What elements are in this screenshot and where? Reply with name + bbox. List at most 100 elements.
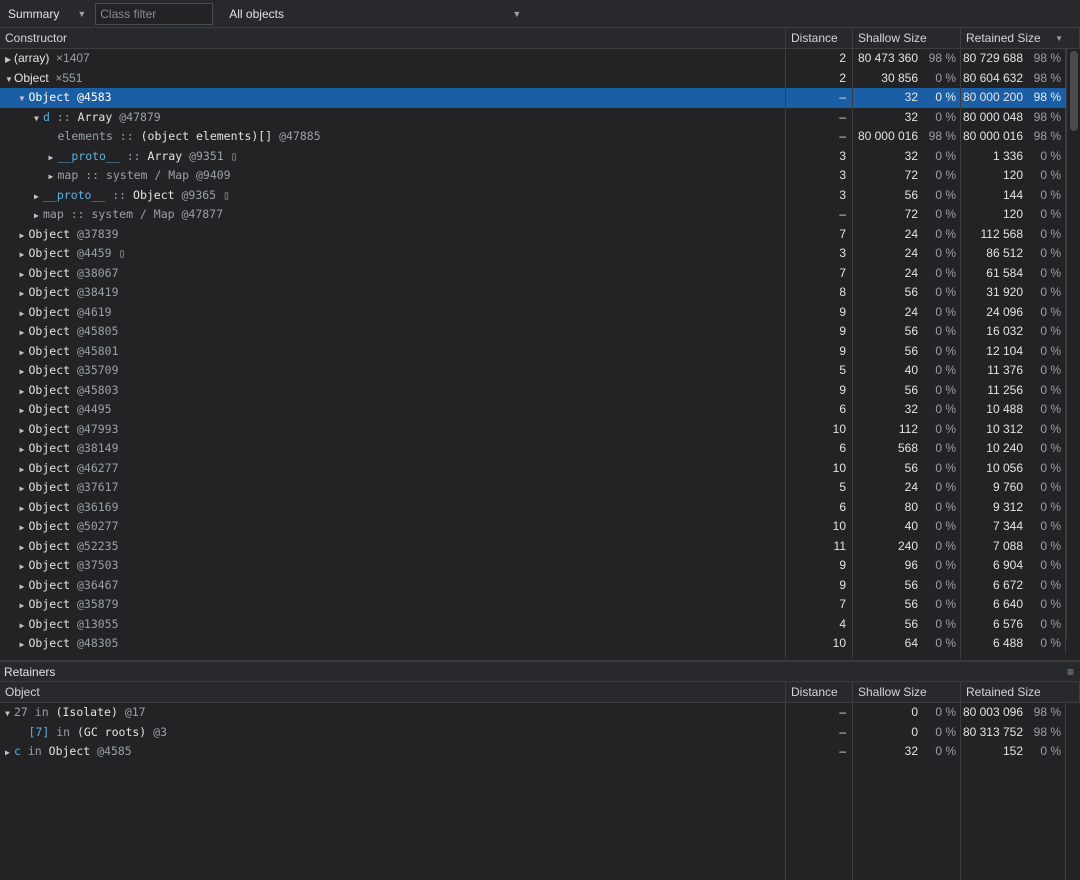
column-shallow-size[interactable]: Shallow Size — [853, 682, 961, 702]
table-row[interactable]: ▼ Object @4583–32 0 % 80 000 200 98 % — [0, 88, 1066, 108]
table-row[interactable]: ▶ Object @37617 5 24 0 % 9 760 0 % — [0, 478, 1066, 498]
table-row[interactable]: ▶ Object @48305 10 64 0 % 6 488 0 % — [0, 634, 1066, 654]
distance: 10 — [786, 634, 853, 654]
collapsed-triangle-icon[interactable]: ▶ — [20, 635, 29, 654]
table-row[interactable]: ▶ Object @45803 9 56 0 % 11 256 0 % — [0, 380, 1066, 401]
table-row[interactable]: ▶ __proto__ :: Object @9365 ▯ 3 56 0 % 144 0 % — [0, 185, 1066, 206]
table-row[interactable]: ▶ Object @52235 11 240 0 % 7 088 0 % — [0, 536, 1066, 557]
shallow-size-value: 32 — [904, 402, 918, 416]
retained-size: 12 104 0 % — [961, 341, 1066, 361]
collapsed-triangle-icon[interactable]: ▶ — [20, 362, 29, 381]
table-row[interactable]: ▼Object ×551 2 30 856 0 % 80 604 632 98 % — [0, 68, 1066, 89]
collapsed-triangle-icon[interactable]: ▶ — [20, 557, 29, 576]
table-row[interactable]: ▶ Object @35879 7 56 0 % 6 640 0 % — [0, 595, 1066, 615]
collapsed-triangle-icon[interactable]: ▶ — [20, 440, 29, 459]
table-row[interactable]: ▶ Object @37839 7 24 0 % 112 568 0 % — [0, 224, 1066, 245]
collapsed-triangle-icon[interactable]: ▶ — [20, 304, 29, 323]
table-row[interactable]: ▶ (array) ×1407 2 80 473 360 98 % 80 729 688 9… — [0, 49, 1066, 69]
table-row[interactable]: ▶ Object @4619 9 24 0 % 24 096 0 % — [0, 302, 1066, 323]
collapsed-triangle-icon[interactable]: ▶ — [20, 343, 29, 362]
table-row[interactable]: ▶ Object @47993 10 112 0 % 10 312 0 % — [0, 419, 1066, 440]
collapsed-triangle-icon[interactable]: ▶ — [49, 167, 58, 186]
object-id: @45801 — [76, 343, 119, 358]
table-row[interactable]: elements :: (object elements)[] @47885–8… — [0, 127, 1066, 147]
object-id: @47879 — [119, 109, 161, 124]
expanded-triangle-icon[interactable]: ▼ — [5, 70, 14, 89]
collapsed-triangle-icon[interactable]: ▶ — [20, 518, 29, 537]
collapsed-triangle-icon[interactable]: ▶ — [20, 479, 29, 498]
column-retained-size[interactable]: Retained Size ▼ — [961, 28, 1080, 48]
collapsed-triangle-icon[interactable]: ▶ — [20, 284, 29, 303]
object-id: @4585 — [97, 744, 132, 758]
column-object[interactable]: Object — [0, 682, 786, 702]
collapsed-triangle-icon[interactable]: ▶ — [5, 50, 14, 69]
collapsed-triangle-icon[interactable]: ▶ — [20, 596, 29, 615]
table-row[interactable]: ▶ Object @35709 5 40 0 % 11 376 0 % — [0, 361, 1066, 381]
shallow-size-value: 0 — [911, 724, 918, 739]
collapsed-triangle-icon[interactable]: ▶ — [20, 323, 29, 342]
collapsed-triangle-icon[interactable]: ▶ — [20, 226, 29, 245]
collapsed-triangle-icon[interactable]: ▶ — [20, 460, 29, 479]
expanded-triangle-icon[interactable]: ▼ — [5, 704, 14, 723]
table-row[interactable]: ▶ Object @36467 9 56 0 % 6 672 0 % — [0, 575, 1066, 596]
collapsed-triangle-icon[interactable]: ▶ — [20, 401, 29, 420]
shallow-size-percent: 0 % — [935, 441, 956, 455]
retained-size: 6 672 0 % — [961, 575, 1066, 595]
collapsed-triangle-icon[interactable]: ▶ — [20, 421, 29, 440]
scrollbar[interactable] — [1066, 49, 1080, 639]
collapsed-triangle-icon[interactable]: ▶ — [20, 382, 29, 401]
column-distance[interactable]: Distance — [786, 682, 853, 702]
retained-size: 1 336 0 % — [961, 146, 1066, 166]
scrollbar-thumb[interactable] — [1070, 51, 1078, 131]
name-part: Object — [28, 246, 77, 260]
view-select[interactable]: Summary ▼ — [0, 3, 86, 25]
table-row[interactable]: ▶ Object @38149 6 568 0 % 10 240 0 % — [0, 439, 1066, 459]
shallow-size-percent: 0 % — [935, 343, 956, 358]
table-row[interactable]: [7] in (GC roots) @3–0 0 % 80 313 752 98 % — [0, 722, 1080, 742]
collapsed-triangle-icon[interactable]: ▶ — [20, 616, 29, 635]
collapsed-triangle-icon[interactable]: ▶ — [20, 265, 29, 284]
expanded-triangle-icon[interactable]: ▼ — [20, 89, 29, 108]
table-row[interactable]: ▶ Object @4495 6 32 0 % 10 488 0 % — [0, 400, 1066, 420]
table-row[interactable]: ▶ Object @4459 ▯ 3 24 0 % 86 512 0 % — [0, 244, 1066, 264]
table-row[interactable]: ▶ __proto__ :: Array @9351 ▯ 3 32 0 % 1 336 0 … — [0, 146, 1066, 167]
table-row[interactable]: ▶ c in Object @4585–32 0 % 152 0 % — [0, 742, 1080, 762]
table-row[interactable]: ▶ Object @45801 9 56 0 % 12 104 0 % — [0, 341, 1066, 362]
collapsed-triangle-icon[interactable]: ▶ — [20, 499, 29, 518]
row-name: elements :: (object elements)[] @47885 — [0, 127, 786, 147]
table-row[interactable]: ▼ d :: Array @47879–32 0 % 80 000 048 98 % — [0, 107, 1066, 128]
table-row[interactable]: ▶ Object @38419 8 56 0 % 31 920 0 % — [0, 283, 1066, 303]
expanded-triangle-icon[interactable]: ▼ — [34, 109, 43, 128]
table-row[interactable]: ▶ map :: system / Map @9409 3 72 0 % 120 0 % — [0, 166, 1066, 186]
table-row[interactable]: ▶ Object @37503 9 96 0 % 6 904 0 % — [0, 556, 1066, 576]
column-shallow-size[interactable]: Shallow Size — [853, 28, 961, 48]
table-row[interactable]: ▶ Object @38067 7 24 0 % 61 584 0 % — [0, 263, 1066, 284]
table-row[interactable]: ▶ Object @36169 6 80 0 % 9 312 0 % — [0, 497, 1066, 518]
table-row[interactable]: ▶ Object @13055 4 56 0 % 6 576 0 % — [0, 614, 1066, 635]
table-row[interactable]: ▶ Object @50277 10 40 0 % 7 344 0 % — [0, 517, 1066, 537]
name-part: Object — [28, 480, 77, 494]
collapsed-triangle-icon[interactable]: ▶ — [20, 538, 29, 557]
row-name: ▶ Object @38149 — [0, 439, 786, 459]
table-row[interactable]: ▼ 27 in (Isolate) @17–0 0 % 80 003 096 98 % — [0, 703, 1080, 723]
column-constructor[interactable]: Constructor — [0, 28, 786, 48]
table-row[interactable]: ▶ Object @45805 9 56 0 % 16 032 0 % — [0, 322, 1066, 342]
collapsed-triangle-icon[interactable]: ▶ — [20, 577, 29, 596]
table-row[interactable]: ▶ Object @46277 10 56 0 % 10 056 0 % — [0, 458, 1066, 479]
shallow-size-value: 0 — [911, 705, 918, 719]
menu-icon[interactable]: ≡ — [1067, 662, 1074, 682]
collapsed-triangle-icon[interactable]: ▶ — [49, 148, 58, 167]
table-row[interactable]: ▶ map :: system / Map @47877–72 0 % 120 0 % — [0, 205, 1066, 225]
collapsed-triangle-icon[interactable]: ▶ — [34, 187, 43, 206]
collapsed-triangle-icon[interactable]: ▶ — [20, 245, 29, 264]
column-retained-size[interactable]: Retained Size — [961, 682, 1080, 702]
retained-size-value: 12 104 — [986, 343, 1023, 358]
retained-size-percent: 0 % — [1040, 744, 1061, 758]
collapsed-triangle-icon[interactable]: ▶ — [34, 206, 43, 225]
collapsed-triangle-icon[interactable]: ▶ — [5, 743, 14, 762]
column-distance[interactable]: Distance — [786, 28, 853, 48]
retained-size: 7 344 0 % — [961, 517, 1066, 537]
objects-select[interactable]: All objects ▼ — [221, 3, 521, 25]
class-filter-input[interactable] — [95, 2, 214, 25]
object-id: @48305 — [76, 636, 119, 650]
